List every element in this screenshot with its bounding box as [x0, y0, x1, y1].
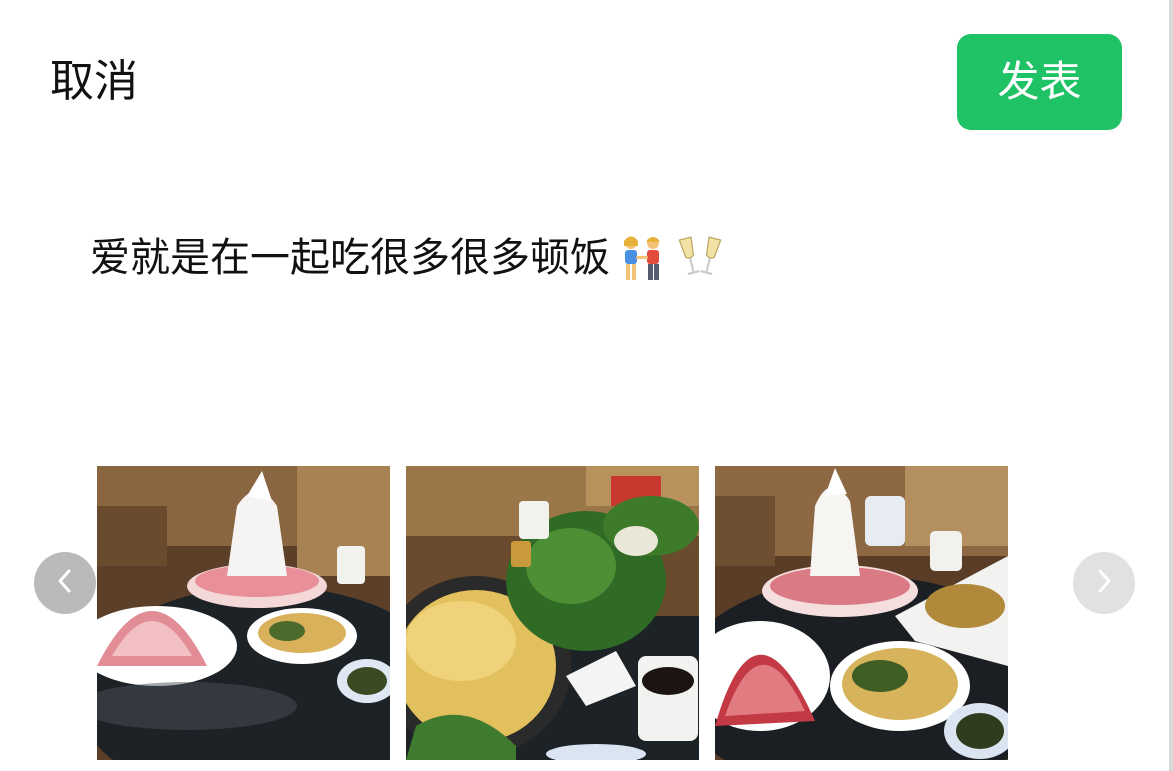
photo-1[interactable] — [97, 466, 390, 760]
chevron-right-icon — [1093, 567, 1115, 599]
post-text-field[interactable]: 爱就是在一起吃很多很多顿饭 — [90, 230, 726, 286]
clinking-glasses-icon — [674, 230, 726, 286]
photo-3[interactable] — [715, 466, 1008, 760]
couple-holding-hands-icon — [616, 230, 668, 286]
chevron-left-icon — [54, 567, 76, 599]
carousel-prev-button[interactable] — [34, 552, 96, 614]
window-edge — [1169, 0, 1173, 771]
cancel-button[interactable]: 取消 — [50, 56, 138, 108]
photo-2[interactable] — [406, 466, 699, 760]
photo-carousel — [0, 466, 1169, 760]
post-text: 爱就是在一起吃很多很多顿饭 — [90, 235, 610, 281]
carousel-next-button[interactable] — [1073, 552, 1135, 614]
compose-moment-screen: 取消 发表 爱就是在一起吃很多很多顿饭 — [0, 0, 1173, 771]
publish-button[interactable]: 发表 — [957, 34, 1122, 130]
